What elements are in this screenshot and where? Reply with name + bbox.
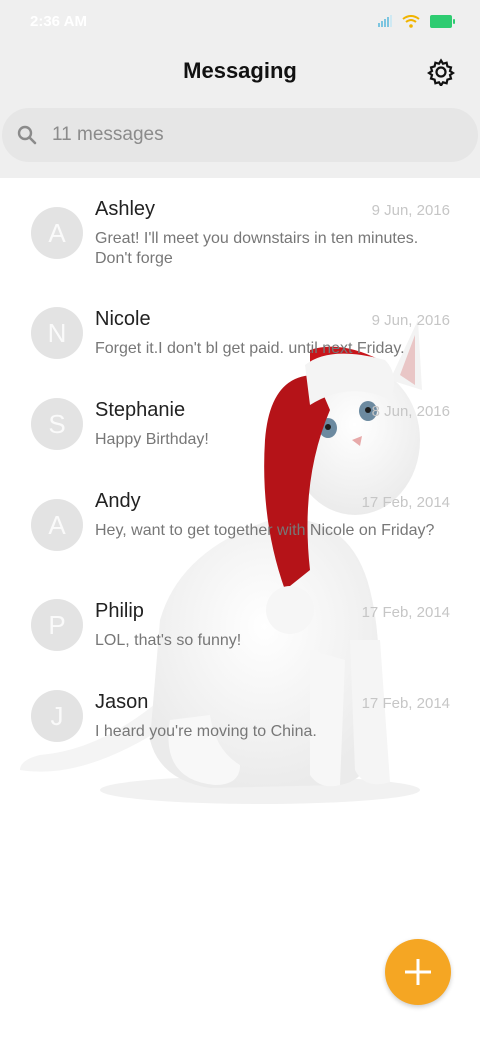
gear-icon xyxy=(427,58,455,88)
conversation-row[interactable]: A Ashley 9 Jun, 2016 Great! I'll meet yo… xyxy=(0,178,480,288)
conversation-row[interactable]: J Jason 17 Feb, 2014 I heard you're movi… xyxy=(0,670,480,780)
settings-button[interactable] xyxy=(427,58,455,88)
message-preview: Great! I'll meet you downstairs in ten m… xyxy=(95,230,419,267)
search-placeholder: 11 messages xyxy=(52,124,164,145)
contact-name: Philip xyxy=(95,600,144,622)
search-icon xyxy=(17,125,37,145)
page-title: Messaging xyxy=(183,58,297,83)
status-time: 2:36 AM xyxy=(30,13,87,30)
status-bar: 2:36 AM xyxy=(0,0,480,44)
contact-name: Stephanie xyxy=(95,399,186,421)
status-icons xyxy=(378,12,455,30)
message-date: 9 Jun, 2016 xyxy=(371,312,450,329)
conversation-row[interactable]: A Andy 17 Feb, 2014 Hey, want to get tog… xyxy=(0,470,480,580)
message-date: 9 Jun, 2016 xyxy=(371,202,450,219)
contact-name: Ashley xyxy=(95,198,156,220)
message-preview: Forget it.I don't bl get paid. until nex… xyxy=(95,340,405,357)
contact-name: Jason xyxy=(95,691,149,713)
message-date: 17 Feb, 2014 xyxy=(361,604,450,621)
plus-icon xyxy=(405,959,431,985)
avatar: J xyxy=(31,690,83,742)
message-preview: Happy Birthday! xyxy=(95,431,209,448)
avatar: P xyxy=(31,599,83,651)
signal-icon xyxy=(378,15,392,27)
message-date: 17 Feb, 2014 xyxy=(361,494,450,511)
message-preview: Hey, want to get together with Nicole on… xyxy=(95,522,435,539)
avatar: A xyxy=(31,499,83,551)
message-date: 17 Feb, 2014 xyxy=(361,695,450,712)
contact-name: Andy xyxy=(95,490,141,512)
message-preview: I heard you're moving to China. xyxy=(95,723,317,740)
battery-icon xyxy=(430,14,455,28)
message-preview: LOL, that's so funny! xyxy=(95,632,242,649)
wifi-icon xyxy=(402,14,420,28)
new-message-button[interactable] xyxy=(385,939,451,1005)
message-date: 8 Jun, 2016 xyxy=(371,403,450,420)
avatar: N xyxy=(31,307,83,359)
avatar: S xyxy=(31,398,83,450)
search-input[interactable]: 11 messages xyxy=(2,108,478,162)
contact-name: Nicole xyxy=(95,308,151,330)
avatar: A xyxy=(31,207,83,259)
search-area: 11 messages xyxy=(0,104,480,178)
